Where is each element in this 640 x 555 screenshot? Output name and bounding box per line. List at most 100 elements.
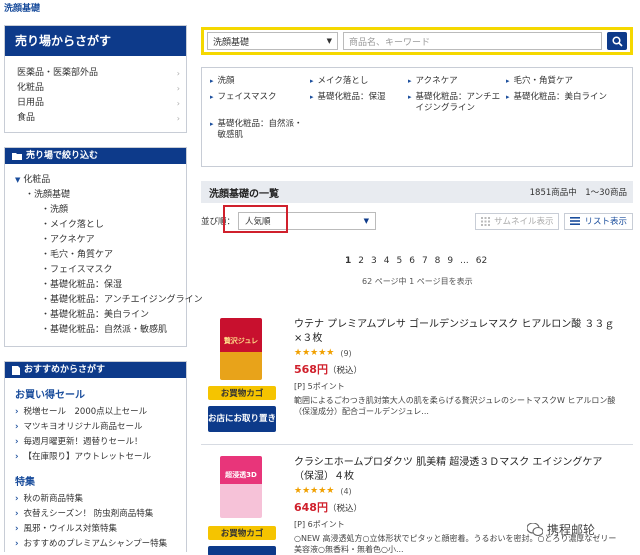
bullet-icon: ・	[41, 220, 51, 230]
subcategory-link[interactable]: 毛穴・角質ケア	[506, 76, 626, 87]
star-icon: ★★★★★	[294, 348, 335, 358]
tree-item-level3[interactable]: ・基礎化粧品：保湿	[15, 278, 180, 293]
chevron-right-icon: ›	[176, 84, 180, 93]
tree-item-level3[interactable]: ・洗顔	[15, 203, 180, 218]
product-name[interactable]: クラシエホームプロダクツ 肌美精 超浸透３Ｄマスク エイジングケア（保湿）４枚	[294, 456, 619, 484]
list-view-button[interactable]: リスト表示	[564, 212, 633, 230]
subcategory-grid: 洗顔メイク落としアクネケア毛穴・角質ケアフェイスマスク基礎化粧品：保湿基礎化粧品…	[210, 76, 626, 141]
folder-icon	[12, 153, 22, 160]
page-link: ...	[460, 256, 469, 266]
review-count[interactable]: (9)	[340, 349, 351, 358]
page-link[interactable]: 1	[345, 256, 351, 266]
tree-item-label: メイク落とし	[50, 220, 104, 230]
search-bar: 洗顔基礎 ▼ 商品名、キーワード	[201, 27, 633, 55]
subcategory-panel: 洗顔メイク落としアクネケア毛穴・角質ケアフェイスマスク基礎化粧品：保湿基礎化粧品…	[201, 67, 633, 167]
subcategory-link[interactable]: メイク落とし	[310, 76, 408, 87]
bullet-icon: ・	[41, 235, 51, 245]
search-input[interactable]: 商品名、キーワード	[343, 32, 602, 50]
product-image[interactable]: 贅沢ジュレ	[220, 318, 262, 380]
page-link[interactable]: 6	[409, 256, 415, 266]
feature-item[interactable]: 風邪・ウイルス対策特集	[15, 522, 182, 537]
chevron-right-icon: ›	[176, 114, 180, 123]
store-category-label: 食品	[17, 113, 36, 123]
sale-list: 税増セール 2000点以上セールマツキヨオリジナル商品セール毎週月曜更新！週替り…	[5, 405, 186, 465]
tree-item-level3[interactable]: ・基礎化粧品：アンチエイジングライン	[15, 293, 203, 308]
filter-title: 売り場で絞り込む	[26, 151, 99, 161]
listing-title: 洗顔基礎の一覧	[209, 188, 279, 200]
tree-item-label: 洗顔	[50, 205, 69, 215]
tree-item-level3[interactable]: ・アクネケア	[15, 233, 180, 248]
recommend-box: おすすめからさがす お買い得セール 税増セール 2000点以上セールマツキヨオリ…	[4, 361, 187, 552]
sale-item[interactable]: 税増セール 2000点以上セール	[15, 405, 182, 420]
feature-list: 秋の新商品特集衣替えシーズン！ 防虫剤商品特集風邪・ウイルス対策特集おすすめのプ…	[5, 492, 186, 552]
page-link[interactable]: 4	[384, 256, 390, 266]
store-category-item[interactable]: 医薬品・医薬部外品 ›	[17, 66, 180, 81]
subcategory-link[interactable]: 基礎化粧品：美白ライン	[506, 92, 626, 114]
search-category-select[interactable]: 洗顔基礎 ▼	[207, 32, 338, 50]
store-pickup-button[interactable]	[208, 546, 276, 555]
page-link[interactable]: 9	[447, 256, 453, 266]
sale-item[interactable]: 毎週月曜更新！週替りセール！	[15, 435, 182, 450]
listing-count: 1851商品中 1〜30商品	[529, 188, 627, 198]
feature-item[interactable]: 秋の新商品特集	[15, 492, 182, 507]
chevron-down-icon: ▼	[363, 217, 370, 225]
view-toggle: サムネイル表示 リスト表示	[475, 212, 633, 230]
product-name[interactable]: ウテナ プレミアムプレサ ゴールデンジュレマスク ヒアルロン酸 ３３ｇ×３枚	[294, 318, 619, 346]
review-count[interactable]: (4)	[340, 487, 351, 496]
tree-item-level3[interactable]: ・毛穴・角質ケア	[15, 248, 180, 263]
tree-item-level3[interactable]: ・フェイスマスク	[15, 263, 180, 278]
store-pickup-button[interactable]: お店にお取り置き	[208, 406, 276, 432]
tree-item-level3[interactable]: ・基礎化粧品：自然派・敏感肌	[15, 323, 180, 338]
star-icon: ★★★★★	[294, 486, 335, 496]
product-description: 範囲によるごわつき肌対策大人の肌を柔らげる贅沢ジュレのシートマスクW ヒアルロン…	[294, 396, 616, 416]
tree-item-label: フェイスマスク	[50, 265, 113, 275]
feature-item[interactable]: 衣替えシーズン！ 防虫剤商品特集	[15, 507, 182, 522]
price: 648円（税込）	[294, 501, 362, 514]
document-icon	[12, 365, 20, 375]
add-to-cart-button[interactable]: お買物カゴ	[208, 386, 276, 400]
sale-item[interactable]: 【在庫限り】アウトレットセール	[15, 450, 182, 465]
store-category-item[interactable]: 日用品 ›	[17, 96, 180, 111]
subcategory-link[interactable]: 洗顔	[210, 76, 310, 87]
pagination: 1 2 3 4 5 6 7 8 9... 62	[345, 256, 487, 266]
tree-item-level3[interactable]: ・メイク落とし	[15, 218, 180, 233]
filter-header: 売り場で絞り込む	[5, 148, 186, 164]
sale-section-title: お買い得セール	[15, 390, 85, 401]
bullet-icon: ・	[41, 265, 51, 275]
add-to-cart-button[interactable]: お買物カゴ	[208, 526, 276, 540]
page-link[interactable]: 3	[371, 256, 377, 266]
page-link[interactable]: 7	[422, 256, 428, 266]
tree-item-level2[interactable]: ・洗顔基礎	[15, 188, 180, 203]
sale-item[interactable]: マツキヨオリジナル商品セール	[15, 420, 182, 435]
page-link[interactable]: 8	[435, 256, 441, 266]
subcategory-link[interactable]: フェイスマスク	[210, 92, 310, 114]
subcategory-link[interactable]: 基礎化粧品：アンチエイジングライン	[408, 92, 506, 114]
recommend-header: おすすめからさがす	[5, 362, 186, 378]
tree-item-level1[interactable]: ▼ 化粧品	[15, 173, 180, 188]
listing-header: 洗顔基礎の一覧 1851商品中 1〜30商品	[201, 181, 633, 203]
search-button[interactable]	[607, 32, 627, 50]
page-link[interactable]: 2	[358, 256, 364, 266]
page-info: 62 ページ中 1 ページ目を表示	[362, 277, 473, 286]
store-category-box: 売り場からさがす 医薬品・医薬部外品 › 化粧品 › 日用品 › 食品 ›	[4, 25, 187, 133]
filter-box: 売り場で絞り込む ▼ 化粧品 ・洗顔基礎 ・洗顔 ・メイク落とし ・アクネケア ・毛穴…	[4, 147, 203, 347]
page-link[interactable]: 62	[476, 256, 487, 266]
feature-item[interactable]: おすすめのプレミアムシャンプー特集	[15, 537, 182, 552]
search-icon	[611, 35, 623, 47]
store-category-item[interactable]: 食品 ›	[17, 111, 180, 126]
bullet-icon: ・	[41, 205, 51, 215]
bullet-icon: ・	[41, 250, 51, 260]
store-category-item[interactable]: 化粧品 ›	[17, 81, 180, 96]
tree-item-label: 基礎化粧品：保湿	[50, 280, 123, 290]
bullet-icon: ・	[41, 310, 51, 320]
product-image[interactable]: 超浸透3D	[220, 456, 262, 518]
page-link[interactable]: 5	[396, 256, 402, 266]
chevron-down-icon: ▼	[326, 37, 332, 45]
subcategory-link[interactable]: 基礎化粧品：保湿	[310, 92, 408, 114]
thumbnail-view-button[interactable]: サムネイル表示	[475, 212, 560, 230]
subcategory-link[interactable]: 基礎化粧品：自然派・敏感肌	[210, 119, 310, 141]
wechat-icon	[527, 523, 543, 536]
tree-item-level3[interactable]: ・基礎化粧品：美白ライン	[15, 308, 180, 323]
chevron-right-icon: ›	[176, 69, 180, 78]
subcategory-link[interactable]: アクネケア	[408, 76, 506, 87]
